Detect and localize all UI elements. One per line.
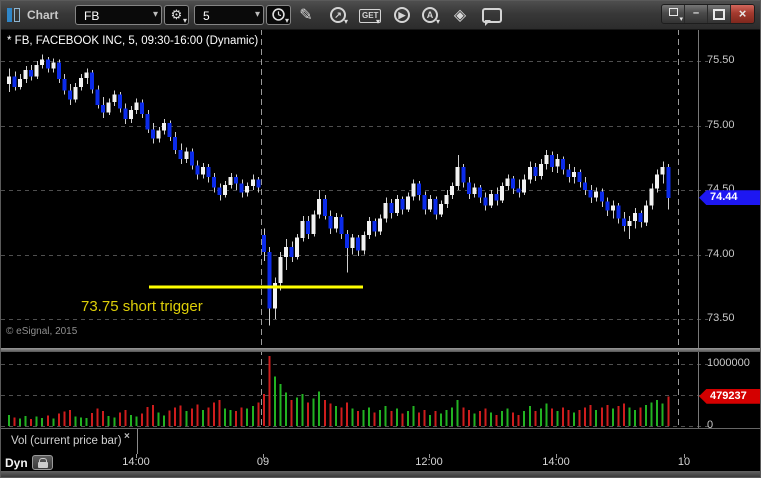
volume-axis-label: 1000000	[707, 357, 750, 369]
draw-tool-button[interactable]: ✎	[295, 5, 317, 25]
clock-icon	[272, 8, 285, 21]
window-title: Chart	[27, 8, 59, 22]
link-tool-button[interactable]: ◈	[449, 5, 471, 25]
chart-header: * FB, FACEBOOK INC, 5, 09:30-16:00 (Dyna…	[7, 35, 259, 47]
price-axis-label: 73.50	[707, 312, 735, 324]
get-data-button[interactable]: GET ▾	[359, 5, 382, 26]
chevron-down-icon: ▾	[375, 17, 380, 26]
play-icon: ▶	[394, 7, 410, 23]
interval-value: 5	[203, 9, 210, 23]
price-axis-label: 74.00	[707, 247, 735, 260]
window-bottom-frame	[1, 471, 760, 477]
symbol-settings-button[interactable]: ⚙ ▾	[164, 5, 189, 25]
lock-button[interactable]	[32, 455, 53, 470]
diamond-link-icon: ◈	[453, 7, 467, 24]
interval-combo[interactable]: 5 ▾	[194, 5, 264, 25]
trend-tool-button[interactable]: ↗ ▾	[327, 5, 349, 26]
last-volume-badge: 479237	[699, 388, 760, 404]
last-price-badge: 74.44	[699, 190, 760, 206]
study-tab-strip: Vol (current price bar) ×	[1, 429, 760, 454]
tab-volume-study[interactable]: Vol (current price bar) ×	[1, 429, 138, 454]
chevron-down-icon: ▾	[343, 17, 348, 26]
interval-settings-button[interactable]: ▾	[266, 5, 291, 25]
price-axis-label: 75.00	[707, 118, 735, 131]
chevron-down-icon: ▾	[284, 16, 289, 25]
chevron-down-icon[interactable]: ▾	[255, 9, 260, 20]
tab-volume-label: Vol (current price bar)	[11, 435, 122, 447]
close-icon[interactable]: ×	[124, 431, 130, 442]
chart-window: Chart FB ▾ ⚙ ▾ 5 ▾ ▾ ✎ ↗ ▾ GET ▾ ▶ A ▾ ◈…	[0, 0, 761, 478]
symbol-combo[interactable]: FB ▾	[75, 5, 162, 25]
play-button[interactable]: ▶	[391, 5, 413, 25]
chevron-down-icon: ▾	[182, 16, 187, 25]
maximize-button[interactable]	[708, 5, 731, 23]
auto-button[interactable]: A ▾	[419, 5, 441, 26]
symbol-value: FB	[84, 9, 100, 23]
maximize-icon	[713, 9, 725, 20]
chevron-down-icon[interactable]: ▾	[153, 9, 158, 20]
note-tool-button[interactable]	[481, 5, 503, 26]
pencil-icon: ✎	[299, 7, 313, 24]
window-menu-icon	[668, 8, 678, 16]
chevron-down-icon: ▾	[435, 17, 440, 26]
speech-bubble-icon	[482, 8, 502, 26]
chevron-down-icon: ▾	[679, 16, 683, 23]
copyright-label: © eSignal, 2015	[6, 326, 78, 337]
minimize-button[interactable]: –	[685, 5, 708, 23]
pane-splitter[interactable]	[1, 348, 760, 352]
chart-canvas	[1, 29, 760, 458]
gear-icon: ⚙	[170, 7, 183, 22]
window-controls: ▾ – ×	[661, 4, 755, 24]
close-button[interactable]: ×	[731, 5, 754, 23]
annotation-label: 73.75 short trigger	[81, 298, 203, 315]
chart-window-icon	[7, 8, 21, 22]
window-menu-button[interactable]: ▾	[662, 5, 685, 23]
title-bar: Chart FB ▾ ⚙ ▾ 5 ▾ ▾ ✎ ↗ ▾ GET ▾ ▶ A ▾ ◈…	[1, 1, 760, 30]
dynamic-mode-label: Dyn	[5, 456, 28, 470]
status-bar: Dyn	[1, 454, 760, 471]
price-axis-label: 75.50	[707, 54, 735, 66]
